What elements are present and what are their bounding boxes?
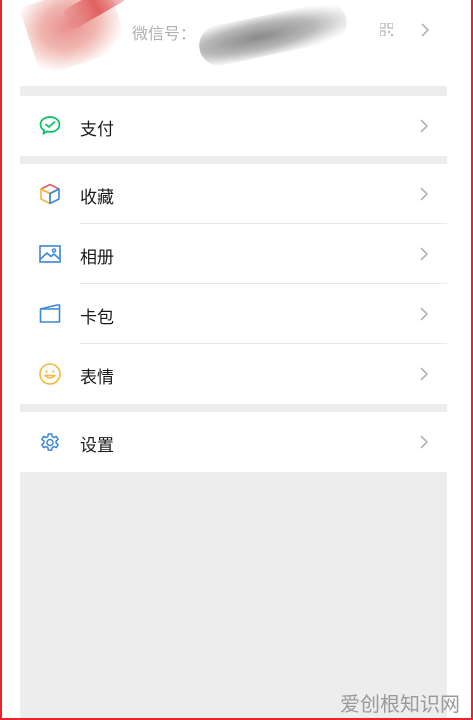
cube-icon	[40, 183, 60, 205]
image-icon	[39, 245, 61, 263]
menu-item-label: 收藏	[80, 188, 114, 208]
wechat-id-label: 微信号：	[132, 24, 197, 43]
wechat-id-redaction	[195, 0, 351, 70]
chevron-right-icon	[420, 367, 429, 381]
pay-section: 支付	[20, 96, 447, 156]
chevron-right-icon	[420, 435, 429, 449]
menu-item-card[interactable]: 卡包	[20, 284, 447, 344]
menu-item-label: 卡包	[80, 308, 114, 328]
smiley-icon	[39, 363, 61, 385]
menu-item-settings[interactable]: 设置	[20, 412, 447, 472]
left-margin	[2, 0, 20, 720]
menu-item-pay[interactable]: 支付	[20, 96, 447, 156]
right-margin	[447, 0, 471, 720]
menu-item-label: 表情	[80, 368, 114, 388]
chevron-right-icon	[421, 23, 430, 37]
profile-header[interactable]: 微信号：	[20, 0, 447, 86]
menu-item-sticker[interactable]: 表情	[20, 344, 447, 404]
menu-item-label: 设置	[80, 436, 114, 456]
me-page: 微信号： 支付 收藏 相册 卡包 表情 设置	[20, 0, 447, 720]
chevron-right-icon	[420, 119, 429, 133]
menu-item-favorites[interactable]: 收藏	[20, 164, 447, 224]
watermark-text: 爱创根知识网	[340, 692, 460, 716]
gear-icon	[41, 433, 59, 451]
qr-code-icon[interactable]	[380, 23, 393, 36]
wechat-pay-icon	[39, 116, 61, 135]
menu-item-album[interactable]: 相册	[20, 224, 447, 284]
chevron-right-icon	[420, 187, 429, 201]
tools-section: 收藏 相册 卡包 表情	[20, 164, 447, 404]
chevron-right-icon	[420, 307, 429, 321]
menu-item-label: 支付	[80, 120, 114, 140]
chevron-right-icon	[420, 247, 429, 261]
settings-section: 设置	[20, 412, 447, 472]
card-wallet-icon	[39, 304, 61, 323]
menu-item-label: 相册	[80, 248, 114, 268]
